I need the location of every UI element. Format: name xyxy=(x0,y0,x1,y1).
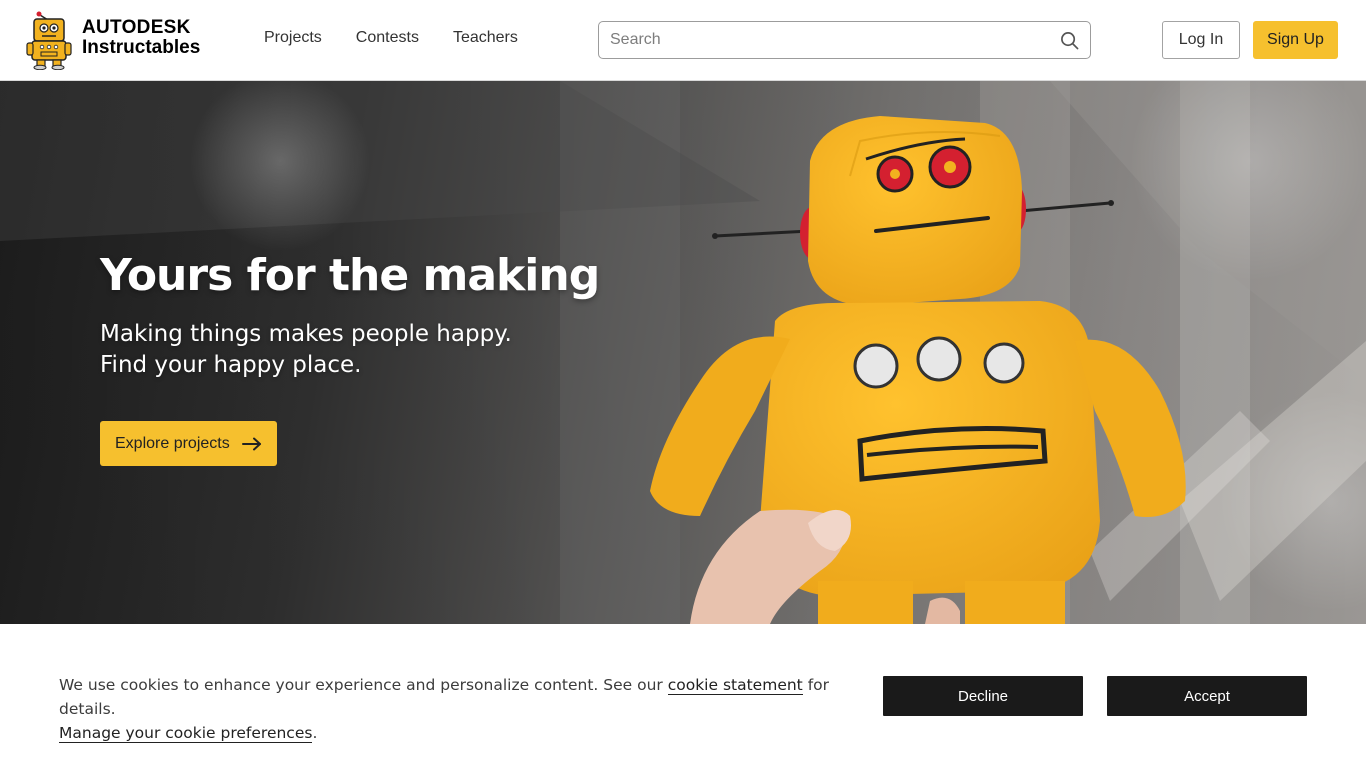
signup-button[interactable]: Sign Up xyxy=(1253,21,1338,59)
logo-product: Instructables xyxy=(82,37,201,58)
main-nav: Projects Contests Teachers xyxy=(264,29,518,47)
arrow-right-icon xyxy=(241,437,261,450)
search-box xyxy=(598,21,1091,59)
instructables-logo[interactable]: AUTODESK Instructables xyxy=(26,10,202,70)
cookie-text-before: We use cookies to enhance your experienc… xyxy=(59,676,668,694)
nav-contests[interactable]: Contests xyxy=(356,29,419,47)
login-button[interactable]: Log In xyxy=(1162,21,1240,59)
decline-button[interactable]: Decline xyxy=(883,676,1083,716)
logo-brand: AUTODESK xyxy=(82,17,191,38)
site-header: AUTODESK Instructables Projects Contests… xyxy=(0,0,1366,81)
explore-projects-button[interactable]: Explore projects xyxy=(100,421,277,466)
hero-banner: Yours for the making Making things makes… xyxy=(0,81,1366,624)
cookie-banner: We use cookies to enhance your experienc… xyxy=(0,624,1366,768)
search-input[interactable] xyxy=(599,22,1054,58)
search-icon[interactable] xyxy=(1060,31,1079,50)
instructables-robot-icon xyxy=(26,11,72,70)
accept-button[interactable]: Accept xyxy=(1107,676,1307,716)
hero-subtitle: Making things makes people happy. Find y… xyxy=(100,321,512,379)
manage-cookie-preferences-link[interactable]: Manage your cookie preferences xyxy=(59,724,313,743)
hero-text: Yours for the making Making things makes… xyxy=(100,250,600,381)
nav-teachers[interactable]: Teachers xyxy=(453,29,518,47)
logo-text: AUTODESK Instructables xyxy=(82,18,200,57)
nav-projects[interactable]: Projects xyxy=(264,29,322,47)
explore-projects-label: Explore projects xyxy=(115,434,230,452)
cookie-message: We use cookies to enhance your experienc… xyxy=(59,673,869,745)
cookie-statement-link[interactable]: cookie statement xyxy=(667,676,803,695)
cookie-manage-after: . xyxy=(312,724,318,742)
hero-title: Yours for the making xyxy=(100,250,600,301)
